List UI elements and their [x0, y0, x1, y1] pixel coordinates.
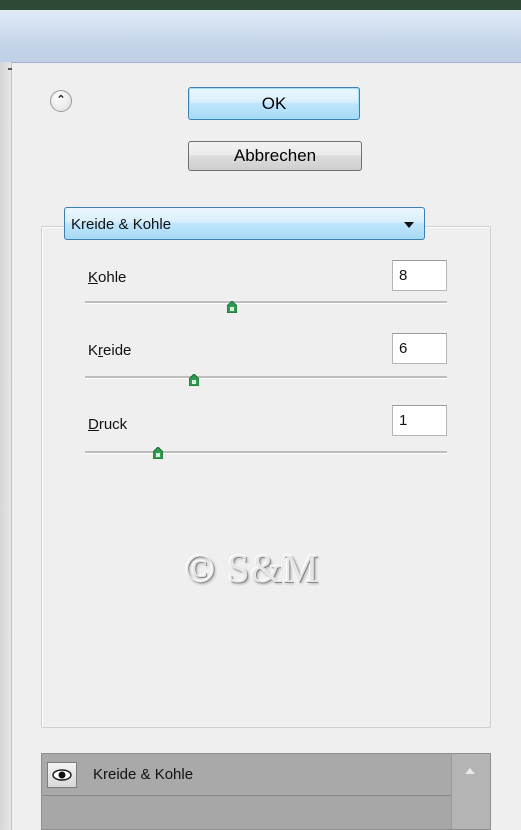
param-label-kreide: Kreide	[88, 342, 132, 359]
druck-value-field[interactable]: 1	[392, 405, 447, 436]
kreide-slider-track[interactable]	[85, 376, 447, 379]
param-label-druck: Druck	[88, 416, 128, 433]
effect-layers-panel: Kreide & Kohle	[41, 753, 491, 830]
layers-scrollbar[interactable]	[451, 754, 490, 829]
kreide-value-field[interactable]: 6	[392, 333, 447, 364]
effect-layer-name: Kreide & Kohle	[93, 766, 194, 783]
left-border	[0, 62, 12, 830]
druck-slider-track[interactable]	[85, 451, 447, 454]
eye-icon[interactable]	[47, 762, 77, 788]
kohle-value-field[interactable]: 8	[392, 260, 447, 291]
effect-layer-row[interactable]: Kreide & Kohle	[42, 754, 452, 796]
double-chevron-up-icon[interactable]: ⌃	[50, 90, 72, 112]
filter-select-value: Kreide & Kohle	[71, 216, 172, 233]
ok-button[interactable]: OK	[188, 87, 360, 120]
kreide-slider-thumb[interactable]	[189, 374, 199, 386]
title-bar[interactable]	[0, 10, 521, 63]
watermark: © S&M	[185, 546, 320, 591]
param-label-kohle: Kohle	[88, 269, 127, 286]
window-top-strip	[0, 0, 521, 10]
cancel-button[interactable]: Abbrechen	[188, 141, 362, 171]
chevron-down-icon[interactable]	[404, 222, 414, 228]
filter-select[interactable]: Kreide & Kohle	[64, 207, 425, 240]
kohle-slider-track[interactable]	[85, 301, 447, 304]
druck-slider-thumb[interactable]	[153, 447, 163, 459]
kohle-slider-thumb[interactable]	[227, 301, 237, 313]
scroll-up-arrow-icon[interactable]	[465, 768, 475, 774]
